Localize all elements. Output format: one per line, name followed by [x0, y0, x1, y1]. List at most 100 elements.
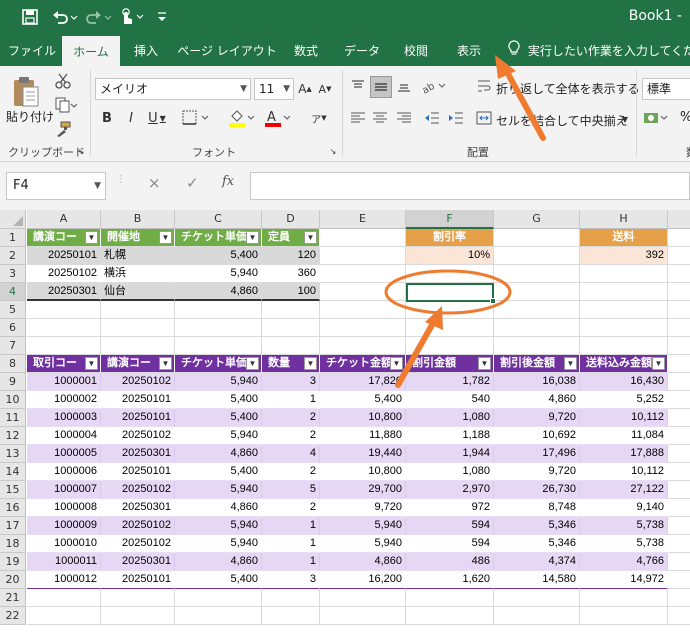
main-table-cell[interactable]: 1000012 — [27, 571, 101, 589]
row-header-11[interactable]: 11 — [0, 409, 26, 427]
main-table-cell[interactable]: 1,944 — [406, 445, 494, 463]
grid-cell[interactable] — [580, 283, 668, 301]
merge-center-label[interactable]: セルを結合して中央揃え — [496, 112, 628, 129]
customize-quick-access-icon[interactable] — [152, 6, 172, 28]
main-table-cell[interactable]: 5,252 — [580, 391, 668, 409]
main-table-header[interactable]: 取引コー ▼ — [27, 355, 101, 373]
main-table-cell[interactable]: 5,940 — [320, 517, 406, 535]
row-header-4[interactable]: 4 — [0, 283, 26, 301]
tab-page-layout[interactable]: ページ レイアウト — [174, 36, 280, 66]
column-header-h[interactable]: H — [580, 210, 668, 229]
main-table-cell[interactable]: 9,720 — [494, 409, 580, 427]
grid-cell[interactable] — [320, 607, 406, 625]
grid-cell[interactable] — [320, 337, 406, 355]
main-table-cell[interactable]: 17,820 — [320, 373, 406, 391]
main-table-cell[interactable]: 5,400 — [175, 409, 262, 427]
paste-icon[interactable] — [6, 72, 46, 112]
main-table-cell[interactable]: 17,496 — [494, 445, 580, 463]
align-left-icon[interactable] — [348, 108, 368, 128]
active-cell-f4[interactable] — [406, 283, 496, 304]
grid-cell[interactable] — [320, 589, 406, 607]
grid-cell[interactable] — [175, 319, 262, 337]
top-table-cell[interactable]: 仙台 — [101, 283, 175, 301]
main-table-cell[interactable]: 4,860 — [175, 445, 262, 463]
grid-cell[interactable] — [101, 607, 175, 625]
top-table-cell[interactable]: 札幌 — [101, 247, 175, 265]
main-table-cell[interactable]: 5,940 — [175, 427, 262, 445]
filter-dropdown-icon[interactable]: ▼ — [304, 231, 317, 244]
main-table-cell[interactable]: 2 — [262, 427, 320, 445]
grid-cell[interactable] — [406, 319, 494, 337]
main-table-cell[interactable]: 20250101 — [101, 391, 175, 409]
main-table-cell[interactable]: 486 — [406, 553, 494, 571]
percent-style-icon[interactable]: % — [680, 110, 690, 125]
row-header-9[interactable]: 9 — [0, 373, 26, 391]
row-header-12[interactable]: 12 — [0, 427, 26, 445]
touch-mode-icon[interactable] — [116, 6, 146, 28]
row-header-16[interactable]: 16 — [0, 499, 26, 517]
shipping-header[interactable]: 送料 — [580, 229, 668, 247]
main-table-cell[interactable]: 4,860 — [175, 553, 262, 571]
grid-cell[interactable] — [406, 337, 494, 355]
main-table-cell[interactable]: 1000011 — [27, 553, 101, 571]
main-table-cell[interactable]: 11,880 — [320, 427, 406, 445]
grid-cell[interactable] — [668, 229, 690, 247]
grid-cell[interactable] — [668, 409, 690, 427]
formula-input[interactable] — [250, 172, 690, 200]
grid-cell[interactable] — [175, 589, 262, 607]
top-table-cell[interactable]: 100 — [262, 283, 320, 301]
main-table-cell[interactable]: 1000007 — [27, 481, 101, 499]
main-table-cell[interactable]: 4 — [262, 445, 320, 463]
row-header-19[interactable]: 19 — [0, 553, 26, 571]
row-header-21[interactable]: 21 — [0, 589, 26, 607]
main-table-cell[interactable]: 16,038 — [494, 373, 580, 391]
grid-cell[interactable] — [668, 445, 690, 463]
main-table-cell[interactable]: 9,720 — [494, 463, 580, 481]
main-table-cell[interactable]: 4,860 — [494, 391, 580, 409]
main-table-cell[interactable]: 27,122 — [580, 481, 668, 499]
main-table-cell[interactable]: 20250101 — [101, 409, 175, 427]
main-table-cell[interactable]: 1 — [262, 535, 320, 553]
main-table-cell[interactable]: 3 — [262, 571, 320, 589]
align-middle-icon[interactable] — [370, 76, 392, 98]
main-table-cell[interactable]: 5,940 — [175, 373, 262, 391]
top-table-header[interactable]: 定員 ▼ — [262, 229, 320, 247]
grid-cell[interactable] — [668, 391, 690, 409]
select-all-corner[interactable] — [0, 210, 26, 229]
column-header-b[interactable]: B — [101, 210, 175, 229]
top-table-cell[interactable]: 5,940 — [175, 265, 262, 283]
filter-dropdown-icon[interactable]: ▼ — [652, 357, 665, 370]
increase-font-icon[interactable]: A ▲ — [296, 78, 314, 100]
grid-cell[interactable] — [668, 517, 690, 535]
grid-cell[interactable] — [320, 229, 406, 247]
tab-view[interactable]: 表示 — [446, 36, 492, 66]
grid-cell[interactable] — [27, 319, 101, 337]
grid-cell[interactable] — [494, 589, 580, 607]
grid-cell[interactable] — [494, 229, 580, 247]
main-table-cell[interactable]: 1,080 — [406, 409, 494, 427]
grid-cell[interactable] — [668, 607, 690, 625]
borders-icon[interactable] — [180, 108, 214, 128]
main-table-cell[interactable]: 1 — [262, 553, 320, 571]
row-header-14[interactable]: 14 — [0, 463, 26, 481]
main-table-cell[interactable]: 16,200 — [320, 571, 406, 589]
row-header-13[interactable]: 13 — [0, 445, 26, 463]
main-table-cell[interactable]: 594 — [406, 535, 494, 553]
top-table-header[interactable]: 講演コー ▼ — [27, 229, 101, 247]
grid-cell[interactable] — [262, 589, 320, 607]
tab-insert[interactable]: 挿入 — [122, 36, 170, 66]
merge-dropdown-icon[interactable]: ▼ — [620, 112, 630, 126]
grid-cell[interactable] — [494, 283, 580, 301]
grid-cell[interactable] — [668, 247, 690, 265]
italic-icon[interactable]: I — [122, 108, 140, 128]
row-header-3[interactable]: 3 — [0, 265, 26, 283]
row-header-2[interactable]: 2 — [0, 247, 26, 265]
top-table-cell[interactable]: 横浜 — [101, 265, 175, 283]
grid-cell[interactable] — [668, 373, 690, 391]
orientation-icon[interactable]: ab — [420, 76, 450, 96]
column-header-a[interactable]: A — [27, 210, 101, 229]
grid-cell[interactable] — [668, 355, 690, 373]
grid-cell[interactable] — [494, 247, 580, 265]
grid-cell[interactable] — [175, 607, 262, 625]
grid-cell[interactable] — [580, 301, 668, 319]
